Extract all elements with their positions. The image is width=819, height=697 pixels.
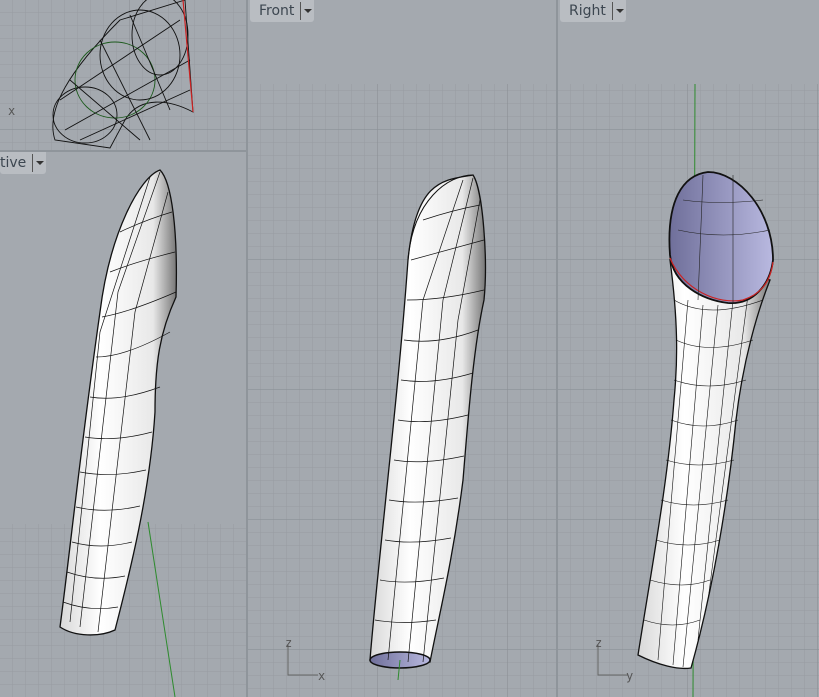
viewport-label-text: Right — [569, 3, 606, 19]
perspective-canvas[interactable] — [0, 152, 246, 697]
viewport-label-right[interactable]: Right — [560, 0, 626, 22]
viewport-label-perspective[interactable]: tive — [0, 152, 47, 174]
axis-z-label: z — [595, 636, 603, 650]
viewport-label-text: tive — [0, 155, 27, 171]
front-canvas[interactable] — [248, 0, 556, 697]
viewport-right[interactable]: Right z y — [558, 0, 819, 697]
axis-x-label: x — [8, 104, 16, 118]
right-canvas[interactable] — [558, 0, 819, 697]
dropdown-arrow-icon[interactable] — [300, 2, 313, 20]
viewport-label-front[interactable]: Front — [250, 0, 315, 22]
top-canvas[interactable] — [0, 0, 246, 150]
axis-x-label: x — [318, 669, 326, 683]
viewport-perspective[interactable]: tive — [0, 152, 246, 697]
dropdown-arrow-icon[interactable] — [32, 154, 45, 172]
viewport-front[interactable]: Front z x — [248, 0, 556, 697]
axis-z-label: z — [285, 636, 293, 650]
viewport-label-text: Front — [259, 3, 295, 19]
dropdown-arrow-icon[interactable] — [611, 2, 624, 20]
axis-y-label: y — [626, 669, 634, 683]
viewport-top[interactable]: x — [0, 0, 246, 150]
